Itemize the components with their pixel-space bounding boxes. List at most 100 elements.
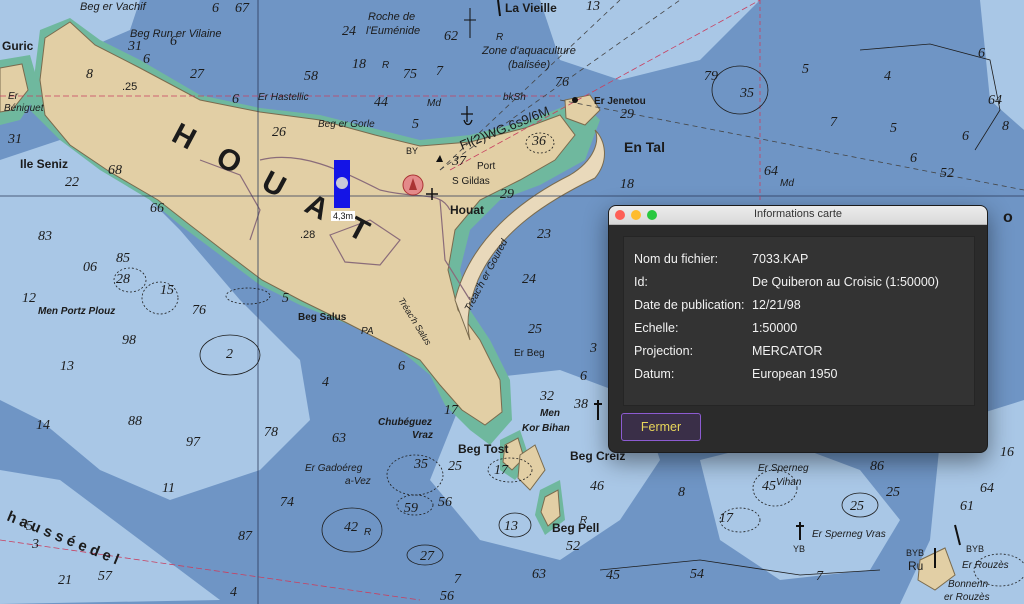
- sounding: 79: [704, 69, 718, 84]
- sounding: 74: [280, 495, 294, 510]
- sounding: 66: [150, 201, 164, 216]
- sounding: 8: [86, 67, 93, 82]
- info-value: European 1950: [752, 367, 838, 381]
- sounding: 24: [522, 272, 536, 287]
- place-byb-1: BYB: [906, 548, 924, 558]
- sounding: 23: [537, 227, 551, 242]
- sounding: 4: [322, 375, 329, 390]
- info-value: MERCATOR: [752, 344, 823, 358]
- place-beg-er-vachif: Beg er Vachif: [80, 1, 147, 13]
- place-md-2: Md: [780, 178, 794, 189]
- sounding: 38: [573, 397, 588, 412]
- info-value: 7033.KAP: [752, 252, 809, 266]
- place-bksh: bkSh: [503, 92, 526, 103]
- sounding: 75: [403, 67, 417, 82]
- dialog-title: Informations carte: [753, 208, 843, 220]
- sounding: 31: [7, 132, 22, 147]
- sounding: 61: [960, 499, 974, 514]
- sounding: 16: [1000, 445, 1014, 460]
- sounding: 52: [940, 166, 954, 181]
- sounding: 32: [539, 389, 554, 404]
- position-marker-dot: [336, 177, 348, 189]
- sounding: 63: [532, 567, 546, 582]
- sounding: 17: [494, 463, 509, 478]
- sounding: 5: [282, 291, 289, 306]
- sounding: 5: [890, 121, 897, 136]
- sounding: 88: [128, 414, 142, 429]
- sounding: 97: [186, 435, 201, 450]
- sounding: 7: [436, 64, 444, 79]
- place-bonnenn-2: er Rouzès: [944, 592, 990, 603]
- place-guric: Guric: [2, 39, 34, 53]
- sounding: 21: [58, 573, 72, 588]
- place-ru: Ru: [908, 559, 923, 573]
- sounding: 24: [342, 24, 356, 39]
- sounding: 42: [344, 520, 358, 535]
- sounding: 45: [606, 568, 620, 583]
- sounding: 36: [531, 134, 546, 149]
- place-beg-er-gorle: Beg er Gorle: [318, 119, 375, 130]
- sounding: 17: [719, 511, 734, 526]
- place-bonnenn-1: Bonnenn: [948, 579, 988, 590]
- info-key: Nom du fichier:: [634, 252, 719, 266]
- sounding: 4: [884, 69, 891, 84]
- sounding: 27: [420, 549, 435, 564]
- sounding: 35: [739, 86, 754, 101]
- place-er-gadoereg-2: a-Vez: [345, 476, 371, 487]
- sounding: 63: [332, 431, 346, 446]
- sounding: 54: [690, 567, 704, 582]
- place-men-kor-bihan-1: Men: [540, 408, 560, 419]
- place-er-sperneg-vihan-2: Vihan: [776, 477, 802, 488]
- sounding: 98: [122, 333, 136, 348]
- place-la-vieille: La Vieille: [505, 1, 557, 15]
- place-er-beg: Er Beg: [514, 348, 545, 359]
- sounding: 62: [444, 29, 458, 44]
- place-chubeguez-1: Chubéguez: [378, 417, 432, 428]
- sounding: 64: [764, 164, 778, 179]
- dialog-titlebar[interactable]: Informations carte: [609, 206, 987, 225]
- sounding: 56: [440, 589, 454, 604]
- place-er-jenetou: Er Jenetou: [594, 96, 646, 107]
- place-zone-aquaculture-2: (balisée): [508, 59, 551, 71]
- sounding: 6: [962, 129, 969, 144]
- place-by: BY: [406, 146, 418, 156]
- sounding: 37: [451, 154, 467, 169]
- sounding: 8: [678, 485, 685, 500]
- sounding: 59: [404, 501, 418, 516]
- sounding: 7: [454, 572, 462, 587]
- sounding: 17: [444, 403, 459, 418]
- sounding: 6: [580, 369, 587, 384]
- sounding: 14: [36, 418, 50, 433]
- place-chubeguez-2: Vraz: [412, 430, 433, 441]
- sounding: 64: [980, 481, 994, 496]
- sounding: 85: [116, 251, 130, 266]
- place-er-sperneg-vras: Er Sperneg Vras: [812, 529, 886, 540]
- sounding: 6: [398, 359, 405, 374]
- place-r-2: R: [364, 527, 371, 538]
- sounding: 27: [190, 67, 205, 82]
- sounding: 7: [816, 569, 824, 584]
- sounding: 25: [850, 499, 864, 514]
- sounding: 86: [870, 459, 884, 474]
- sounding: 3: [589, 341, 597, 356]
- height-1: .25: [122, 81, 137, 93]
- close-button[interactable]: Fermer: [621, 413, 701, 441]
- place-er-hastellic: Er Hastellic: [258, 92, 309, 103]
- place-beg-tost: Beg Tost: [458, 442, 508, 456]
- sounding: 22: [65, 175, 79, 190]
- position-marker[interactable]: [334, 160, 350, 208]
- sounding: 76: [555, 75, 569, 90]
- sounding: 6: [143, 52, 150, 67]
- place-r-4: R: [496, 32, 503, 43]
- sounding: 6: [232, 92, 239, 107]
- sounding: 57: [98, 569, 113, 584]
- place-en-tal: En Tal: [624, 139, 665, 155]
- sounding: 2: [226, 347, 233, 362]
- info-key: Echelle:: [634, 321, 679, 335]
- sounding: 4: [230, 585, 237, 600]
- sounding: 56: [438, 495, 452, 510]
- sounding: 25: [886, 485, 900, 500]
- sounding: 76: [192, 303, 206, 318]
- sounding: 83: [38, 229, 52, 244]
- sounding: 67: [235, 1, 250, 16]
